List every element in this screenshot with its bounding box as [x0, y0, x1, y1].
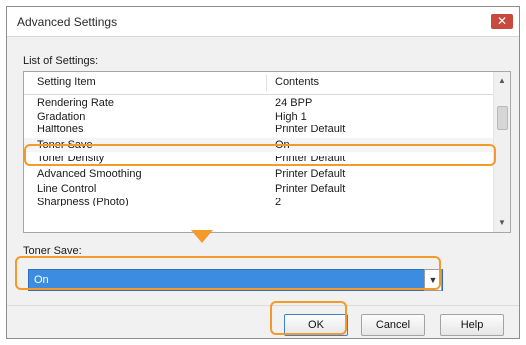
list-row[interactable]: Gradation High 1	[24, 110, 494, 124]
row-contents: Printer Default	[275, 168, 346, 180]
row-contents: 24 BPP	[275, 97, 313, 109]
down-arrow-pointer-icon	[191, 230, 213, 243]
row-item: Gradation	[37, 111, 86, 123]
list-of-settings-label: List of Settings:	[23, 55, 99, 67]
close-button[interactable]: ✕	[491, 14, 513, 29]
column-header-setting-item[interactable]: Setting Item	[37, 76, 96, 88]
dropdown-highlight	[15, 256, 441, 290]
footer-divider	[7, 305, 519, 306]
title-bar: Advanced Settings ✕	[7, 7, 519, 37]
list-row[interactable]: Sharpness (Photo) 2	[24, 198, 494, 206]
row-item: Halftones	[37, 125, 84, 133]
row-item: Line Control	[37, 183, 97, 195]
help-button[interactable]: Help	[440, 314, 504, 336]
scroll-up-icon[interactable]: ▲	[494, 74, 510, 88]
list-row[interactable]: Rendering Rate 24 BPP	[24, 96, 494, 110]
list-row[interactable]: Line Control Printer Default	[24, 182, 494, 196]
toner-save-row-highlight	[24, 144, 496, 166]
row-contents: 2	[275, 198, 282, 206]
row-item: Advanced Smoothing	[37, 168, 142, 180]
scroll-down-icon[interactable]: ▼	[494, 216, 510, 230]
list-row[interactable]: Halftones Printer Default	[24, 125, 494, 133]
close-icon: ✕	[496, 14, 508, 28]
cancel-button[interactable]: Cancel	[361, 314, 425, 336]
row-contents: Printer Default	[275, 183, 346, 195]
scrollbar-thumb[interactable]	[497, 106, 508, 130]
list-header: Setting Item Contents	[24, 72, 494, 95]
ok-button-highlight	[270, 301, 347, 335]
column-header-contents[interactable]: Contents	[275, 76, 319, 88]
window-title: Advanced Settings	[17, 15, 118, 29]
row-item: Rendering Rate	[37, 97, 115, 109]
row-contents: High 1	[275, 111, 307, 123]
list-row[interactable]: Advanced Smoothing Printer Default	[24, 167, 494, 181]
row-contents: Printer Default	[275, 125, 346, 133]
column-separator	[266, 75, 267, 91]
row-item: Sharpness (Photo)	[37, 198, 129, 206]
